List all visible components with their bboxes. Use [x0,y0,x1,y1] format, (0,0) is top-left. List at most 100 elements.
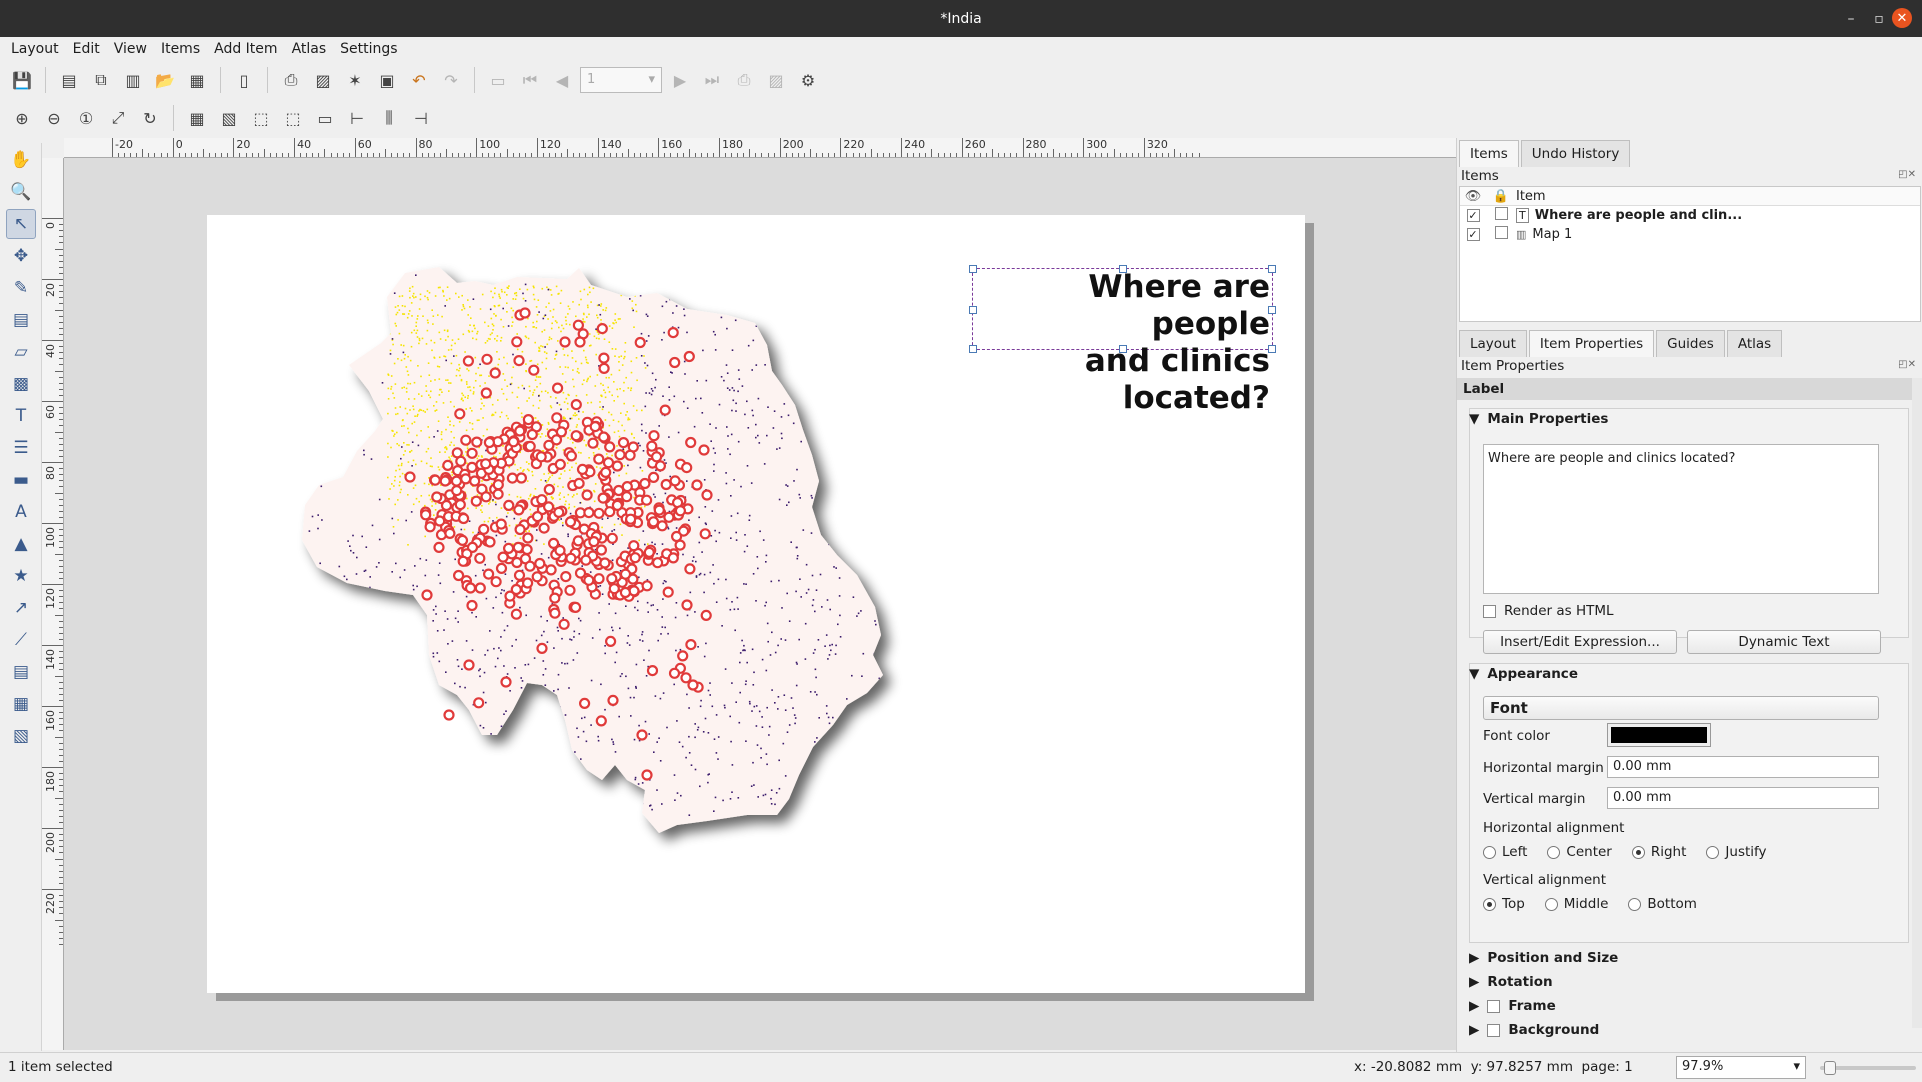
resize-handle[interactable] [969,306,977,314]
background-header[interactable]: ▶ Background [1469,1022,1599,1038]
distribute-icon[interactable]: ⫼ [375,104,403,132]
resize-handle[interactable] [1268,265,1276,273]
add-3d-map-icon[interactable]: ▱ [6,337,36,367]
resize-handle[interactable] [1119,345,1127,353]
vmargin-input[interactable]: 0.00 mm [1607,787,1879,809]
add-north-arrow-icon[interactable]: A [6,497,36,527]
add-attribute-table-icon[interactable]: ▦ [6,689,36,719]
visibility-checkbox[interactable]: ✓ [1466,228,1480,241]
export-svg-icon[interactable]: ✶ [341,66,369,94]
insert-expression-button[interactable]: Insert/Edit Expression... [1483,630,1677,654]
frame-header[interactable]: ▶ Frame [1469,998,1556,1014]
halign-justify[interactable]: Justify [1706,844,1767,860]
select-icon[interactable]: ↖ [6,209,36,239]
maximize-icon[interactable]: ▫ [1864,0,1894,37]
appearance-header[interactable]: ▼ Appearance [1469,666,1578,682]
position-size-header[interactable]: ▶ Position and Size [1469,950,1618,966]
zoom-slider-handle[interactable] [1824,1061,1836,1075]
frame-checkbox[interactable] [1487,999,1501,1013]
main-properties-header[interactable]: ▼ Main Properties [1469,411,1608,427]
first-feature-icon[interactable]: ⏮ [516,66,544,94]
export-pdf-icon[interactable]: ▣ [373,66,401,94]
tab-guides[interactable]: Guides [1656,330,1725,357]
edit-nodes-icon[interactable]: ✎ [6,273,36,303]
minimize-icon[interactable]: – [1836,0,1866,37]
valign-bottom[interactable]: Bottom [1628,896,1697,912]
menu-edit[interactable]: Edit [66,41,107,57]
halign-right[interactable]: Right [1631,844,1686,860]
tab-items[interactable]: Items [1459,140,1519,167]
ungroup-items-icon[interactable]: ⬚ [279,104,307,132]
rotation-header[interactable]: ▶ Rotation [1469,974,1553,990]
menu-settings[interactable]: Settings [333,41,404,57]
zoom-in-icon[interactable]: ⊕ [8,104,36,132]
menu-add-item[interactable]: Add Item [207,41,284,57]
last-feature-icon[interactable]: ⏭ [698,66,726,94]
export-atlas-icon[interactable]: ▨ [762,66,790,94]
zoom-full-icon[interactable]: ⤢ [104,104,132,132]
valign-middle[interactable]: Middle [1544,896,1608,912]
resize-handle[interactable] [969,345,977,353]
redo-icon[interactable]: ↷ [437,66,465,94]
print-atlas-icon[interactable]: ⎙ [730,66,758,94]
font-color-button[interactable] [1607,723,1711,747]
add-shape-icon[interactable]: ▲ [6,529,36,559]
atlas-preview-icon[interactable]: ▭ [484,66,512,94]
halign-center[interactable]: Center [1547,844,1612,860]
resize-icon[interactable]: ⊣ [407,104,435,132]
print-icon[interactable]: ⎙ [277,66,305,94]
close-icon[interactable]: ✕ [1892,8,1912,28]
resize-handle[interactable] [969,265,977,273]
save-template-icon[interactable]: ▦ [183,66,211,94]
title-label-item[interactable]: Where are people and clinics located? [969,265,1276,416]
save-icon[interactable]: 💾 [8,66,36,94]
next-feature-icon[interactable]: ▶ [666,66,694,94]
dock-float-close-icon[interactable]: ◰✕ [1898,359,1916,370]
valign-top[interactable]: Top [1483,896,1525,912]
visibility-checkbox[interactable]: ✓ [1466,209,1480,222]
font-button[interactable]: Font [1483,696,1879,720]
list-item[interactable]: ✓ T Where are people and clin... [1460,206,1920,225]
tab-atlas[interactable]: Atlas [1726,330,1783,357]
hmargin-input[interactable]: 0.00 mm [1607,756,1879,778]
add-pages-icon[interactable]: ▯ [230,66,258,94]
tab-layout[interactable]: Layout [1459,330,1527,357]
menu-view[interactable]: View [107,41,154,57]
add-map-icon[interactable]: ▤ [6,305,36,335]
add-html-icon[interactable]: ▤ [6,657,36,687]
refresh-icon[interactable]: ↻ [136,104,164,132]
properties-scrollbar[interactable] [1912,378,1922,1028]
resize-handle[interactable] [1119,265,1127,273]
dynamic-text-button[interactable]: Dynamic Text [1687,630,1881,654]
open-template-icon[interactable]: 📂 [151,66,179,94]
render-html-row[interactable]: Render as HTML [1483,603,1614,619]
tab-undo-history[interactable]: Undo History [1520,140,1631,167]
halign-left[interactable]: Left [1483,844,1527,860]
zoom-combo[interactable]: 97.9% ▾ [1676,1056,1806,1079]
add-picture-icon[interactable]: ▩ [6,369,36,399]
raise-items-icon[interactable]: ▭ [311,104,339,132]
resize-handle[interactable] [1268,345,1276,353]
list-item[interactable]: ✓ ▥ Map 1 [1460,225,1920,244]
layout-manager-icon[interactable]: ▥ [119,66,147,94]
undo-icon[interactable]: ↶ [405,66,433,94]
export-image-icon[interactable]: ▨ [309,66,337,94]
zoom-out-icon[interactable]: ⊖ [40,104,68,132]
background-checkbox[interactable] [1487,1023,1501,1037]
lock-checkbox[interactable] [1494,226,1508,239]
unlock-items-icon[interactable]: ▧ [215,104,243,132]
dock-float-close-icon[interactable]: ◰✕ [1898,169,1916,180]
render-html-checkbox[interactable] [1483,604,1496,618]
add-arrow-icon[interactable]: ↗ [6,593,36,623]
menu-items[interactable]: Items [154,41,207,57]
atlas-settings-icon[interactable]: ⚙ [794,66,822,94]
menu-atlas[interactable]: Atlas [285,41,334,57]
layout-page[interactable]: Where are people and clinics located? [207,215,1305,993]
label-text-area[interactable]: Where are people and clinics located? [1483,444,1879,594]
add-marker-icon[interactable]: ★ [6,561,36,591]
resize-handle[interactable] [1268,306,1276,314]
lock-items-icon[interactable]: ▦ [183,104,211,132]
atlas-page-selector[interactable]: 1 ▾ [580,67,662,93]
add-polyline-icon[interactable]: ⟋ [6,625,36,655]
zoom-tool-icon[interactable]: 🔍 [6,177,36,207]
